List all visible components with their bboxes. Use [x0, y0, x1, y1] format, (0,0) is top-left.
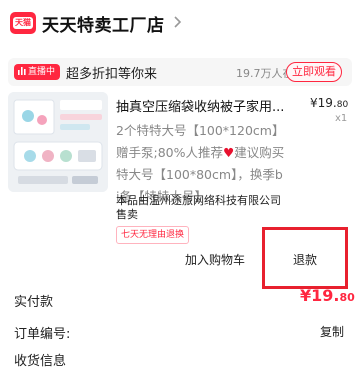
- product-thumbnail-graphic: [8, 92, 108, 192]
- product-price: ¥19.80: [310, 96, 348, 110]
- live-promo-text: 超多折扣等你来: [66, 67, 158, 82]
- product-price-main: ¥19.: [310, 96, 337, 110]
- tmall-logo: 天猫: [10, 12, 36, 34]
- order-number-label: 订单编号:: [14, 327, 71, 342]
- product-price-decimal: 80: [336, 100, 349, 110]
- live-stream-bar[interactable]: 直播中 超多折扣等你来 19.7万人在看 立即观看: [8, 58, 352, 86]
- tmall-logo-text: 天猫: [13, 17, 33, 29]
- shop-name[interactable]: 天天特卖工厂店: [42, 11, 165, 36]
- paid-amount: ¥19.80: [300, 286, 355, 305]
- return-policy-tag: 七天无理由退换: [116, 226, 190, 244]
- live-bars-icon: [18, 67, 26, 75]
- add-to-cart-button[interactable]: 加入购物车: [176, 246, 254, 274]
- shop-header[interactable]: 天猫 天天特卖工厂店: [0, 0, 360, 46]
- live-badge: 直播中: [14, 64, 61, 80]
- product-quantity: x1: [335, 113, 348, 124]
- watch-now-button[interactable]: 立即观看: [286, 62, 342, 82]
- refund-button[interactable]: 退款: [272, 246, 338, 274]
- copy-order-button[interactable]: 复制: [320, 323, 344, 340]
- paid-amount-main: ¥19.: [300, 286, 340, 305]
- product-image[interactable]: [8, 92, 108, 192]
- product-title[interactable]: 抽真空压缩袋收纳被子家用...: [116, 96, 298, 115]
- live-badge-label: 直播中: [28, 67, 56, 77]
- paid-amount-decimal: 80: [339, 291, 355, 304]
- seller-info: 本品由温州途旅网络科技有限公司售卖: [116, 194, 281, 221]
- paid-label: 实付款: [14, 295, 54, 310]
- chevron-right-icon[interactable]: [170, 15, 184, 29]
- heart-icon: ♥: [223, 145, 235, 160]
